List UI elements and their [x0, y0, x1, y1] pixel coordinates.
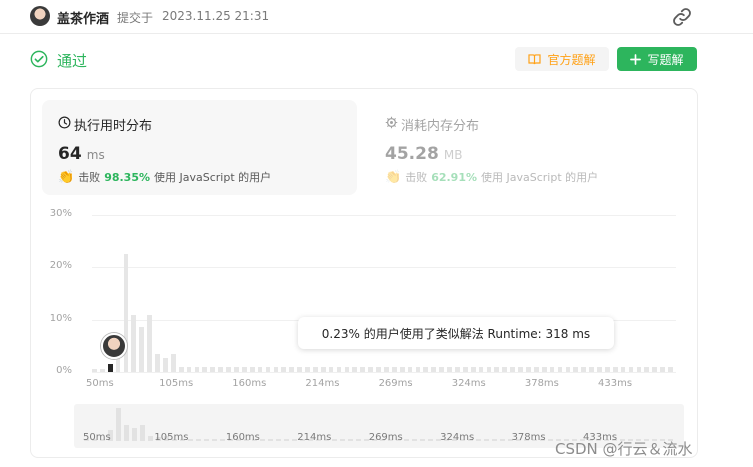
bar	[368, 367, 373, 372]
bar	[336, 367, 342, 372]
bar	[218, 367, 223, 372]
bar	[612, 367, 618, 372]
bar	[99, 368, 105, 372]
gridline	[92, 215, 676, 216]
gridline	[92, 372, 676, 373]
bar	[297, 367, 302, 372]
bar	[407, 367, 413, 372]
x-tick-label: 269ms	[378, 378, 413, 389]
bar	[273, 367, 279, 372]
bar	[226, 367, 231, 372]
x-tick-label: 433ms	[598, 378, 633, 389]
watermark: CSDN @行云＆流水	[555, 440, 693, 458]
bar	[210, 367, 216, 372]
bar	[604, 367, 610, 372]
bar	[628, 367, 634, 372]
bar	[557, 367, 563, 372]
bar	[589, 367, 594, 372]
bar	[320, 367, 326, 372]
bar	[455, 367, 460, 372]
bar	[652, 367, 658, 372]
x-tick-label: 50ms	[86, 378, 114, 389]
bar	[549, 367, 555, 372]
bar	[431, 367, 437, 372]
bar	[155, 353, 160, 372]
x-tick-label: 214ms	[305, 378, 340, 389]
bar	[352, 367, 358, 372]
bar	[565, 367, 571, 372]
bar	[423, 367, 429, 372]
bar	[462, 367, 468, 372]
my-submission-avatar[interactable]	[101, 333, 127, 359]
bar	[281, 367, 287, 372]
bar	[265, 367, 271, 372]
bar	[234, 367, 239, 372]
bar	[486, 367, 492, 372]
bar	[202, 367, 208, 372]
bar	[660, 367, 665, 372]
y-tick-label: 20%	[49, 260, 72, 272]
bar	[470, 367, 476, 372]
bar	[289, 367, 295, 372]
bar	[620, 367, 626, 372]
x-tick-label: 105ms	[159, 378, 194, 389]
bar	[147, 315, 152, 372]
bar	[447, 367, 452, 372]
runtime-distribution-chart[interactable]: 30% 20% 10% 0% 50ms 105ms 160ms 214ms 269ms 324ms…	[0, 0, 753, 467]
bar	[376, 367, 381, 372]
bar	[305, 367, 310, 372]
bar	[123, 254, 129, 372]
bar	[163, 358, 168, 372]
bar	[139, 326, 145, 372]
bar	[533, 367, 539, 372]
bar	[478, 367, 484, 372]
y-tick-label: 30%	[49, 208, 72, 219]
gridline	[92, 267, 676, 269]
bar	[415, 367, 421, 372]
bar	[312, 367, 318, 372]
bar	[186, 367, 192, 372]
bar	[597, 367, 602, 372]
x-tick-label: 160ms	[232, 378, 267, 389]
bar	[668, 367, 673, 372]
bar	[257, 367, 263, 372]
chart-tooltip: 0.23% 的用户使用了类似解法 Runtime: 318 ms	[298, 317, 614, 349]
bar	[581, 367, 587, 372]
bar	[131, 315, 137, 372]
bar	[360, 367, 366, 372]
bar	[328, 367, 334, 372]
bar	[573, 367, 579, 372]
bar	[510, 367, 515, 372]
bar	[194, 367, 200, 372]
bar	[518, 367, 523, 372]
bar	[384, 367, 389, 372]
bar	[391, 367, 397, 372]
y-tick-label: 10%	[49, 312, 72, 324]
x-tick-label: 378ms	[524, 378, 559, 389]
y-tick-label: 0%	[56, 365, 72, 376]
bar	[502, 367, 508, 372]
bar	[636, 367, 642, 372]
bar	[249, 367, 255, 372]
x-tick-label: 324ms	[451, 378, 486, 389]
bar	[541, 367, 547, 372]
bar	[644, 367, 650, 372]
bar	[494, 367, 500, 372]
bar	[344, 367, 350, 372]
bar	[170, 354, 176, 372]
bar	[399, 367, 405, 372]
bar-highlight	[107, 364, 113, 372]
bar	[526, 367, 531, 372]
bar	[439, 367, 444, 372]
bar	[241, 367, 247, 372]
bar	[178, 367, 184, 372]
bar	[92, 368, 97, 372]
